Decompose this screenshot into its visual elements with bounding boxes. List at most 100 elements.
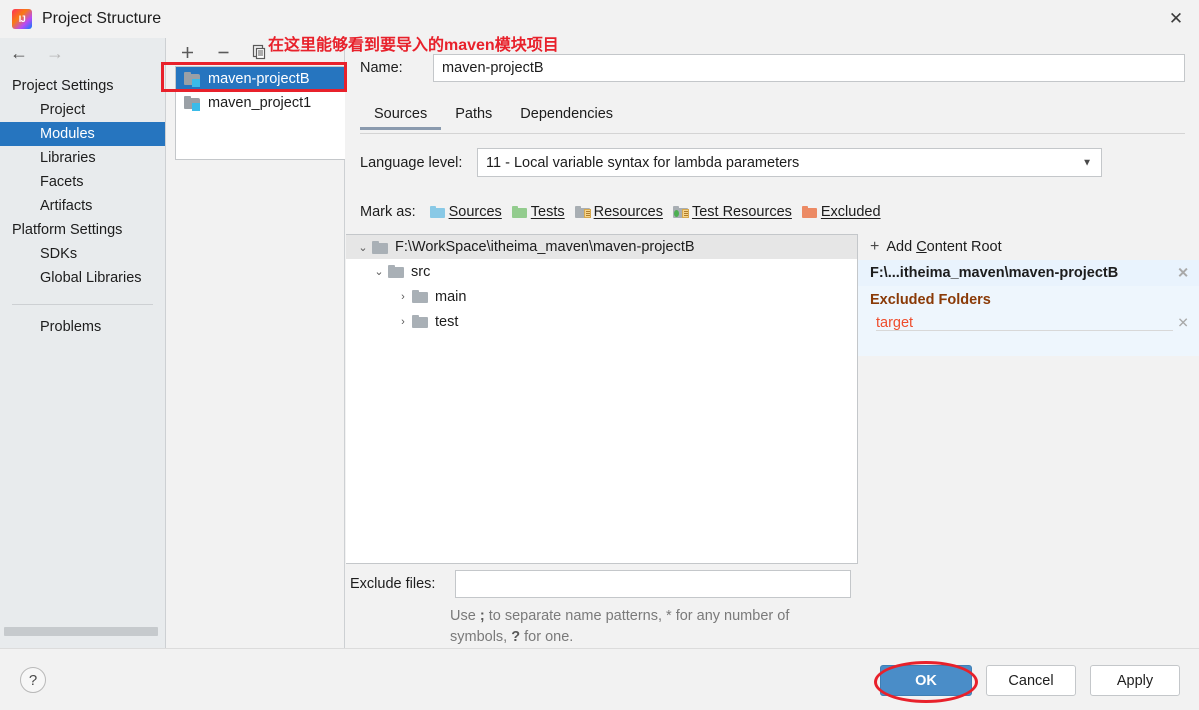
mark-as-excluded-button[interactable]: Excluded [801, 204, 881, 220]
navigation-arrows: ← → [0, 38, 165, 68]
maven-module-icon [184, 71, 201, 87]
tab-sources[interactable]: Sources [360, 104, 442, 130]
mark-as-resources-label: Resources [593, 204, 663, 220]
language-level-row: Language level: 11 - Local variable synt… [360, 148, 1102, 177]
module-name-row: Name: [360, 54, 1185, 82]
tree-row-root[interactable]: ⌄ F:\WorkSpace\itheima_maven\maven-proje… [346, 235, 857, 259]
tree-row-label: main [435, 288, 467, 305]
ok-button[interactable]: OK [880, 665, 972, 696]
mark-as-test-resources-label: Test Resources [691, 204, 792, 220]
mark-as-sources-label: Sources [448, 204, 502, 220]
tree-row[interactable]: › test [346, 309, 857, 334]
excluded-folder-rule [876, 330, 1173, 331]
project-structure-dialog: Project Structure ✕ ← → Project Settings… [0, 0, 1199, 710]
sidebar-item-problems[interactable]: Problems [0, 315, 165, 339]
content-root-path-label: F:\...itheima_maven\maven-projectB [870, 265, 1119, 281]
cancel-button[interactable]: Cancel [986, 665, 1076, 696]
sidebar-group-platform-settings: Platform Settings [12, 222, 123, 238]
modules-column: maven-projectB maven_project1 [167, 38, 345, 648]
apply-button[interactable]: Apply [1090, 665, 1180, 696]
module-name-input[interactable] [433, 54, 1185, 82]
module-name-label: Name: [360, 60, 403, 76]
mark-as-tests-button[interactable]: Tests [511, 204, 565, 220]
excluded-folder-row[interactable]: target ✕ [858, 312, 1199, 334]
help-icon[interactable]: ? [20, 667, 46, 693]
mark-as-row: Mark as: Sources Tests Resources Test Re… [360, 204, 891, 220]
chevron-down-icon[interactable]: ▼ [1082, 157, 1092, 168]
language-level-value: 11 - Local variable syntax for lambda pa… [486, 154, 800, 171]
mark-as-test-resources-button[interactable]: Test Resources [672, 204, 792, 220]
forward-arrow-icon[interactable]: → [46, 44, 64, 62]
test-resources-folder-icon [672, 206, 689, 218]
intellij-idea-logo-icon [12, 9, 32, 29]
mark-as-resources-button[interactable]: Resources [574, 204, 663, 220]
chevron-down-icon[interactable]: ⌄ [370, 265, 388, 278]
maven-module-icon [184, 95, 201, 111]
plus-icon: + [870, 238, 880, 255]
exclude-files-input[interactable] [455, 570, 851, 598]
add-module-icon[interactable] [177, 42, 197, 62]
sidebar-item-global-libraries[interactable]: Global Libraries [0, 266, 165, 290]
chevron-right-icon[interactable]: › [394, 316, 412, 328]
sidebar-item-artifacts[interactable]: Artifacts [0, 194, 165, 218]
tree-row[interactable]: ⌄ src [346, 259, 857, 284]
excluded-folders-section: Excluded Folders target ✕ [858, 286, 1199, 356]
language-level-label: Language level: [360, 154, 463, 171]
copy-module-icon[interactable] [249, 42, 269, 62]
module-list-item[interactable]: maven-projectB [176, 67, 345, 91]
exclude-files-row: Exclude files: [350, 570, 851, 598]
sidebar-list: Project Settings Project Modules Librari… [0, 74, 165, 339]
excluded-folder-icon [801, 206, 817, 218]
mark-as-excluded-label: Excluded [820, 204, 881, 220]
resources-folder-icon [574, 206, 591, 218]
tests-folder-icon [511, 206, 527, 218]
sidebar-item-modules[interactable]: Modules [0, 122, 165, 146]
close-icon[interactable]: ✕ [1153, 0, 1199, 38]
mark-as-label: Mark as: [360, 204, 416, 220]
folder-icon [372, 240, 388, 254]
content-roots-tree: ⌄ F:\WorkSpace\itheima_maven\maven-proje… [346, 234, 858, 564]
remove-excluded-folder-icon[interactable]: ✕ [1177, 315, 1189, 332]
module-list-item-label: maven-projectB [208, 71, 310, 87]
remove-module-icon[interactable] [213, 42, 233, 62]
tree-row-root-label: F:\WorkSpace\itheima_maven\maven-project… [395, 239, 695, 255]
module-list-item-label: maven_project1 [208, 95, 312, 111]
dialog-footer: ? OK Cancel Apply [0, 648, 1199, 710]
modules-list: maven-projectB maven_project1 [175, 66, 345, 160]
sources-folder-icon [429, 206, 445, 218]
module-list-item[interactable]: maven_project1 [176, 91, 345, 115]
title-bar: Project Structure ✕ [0, 0, 1199, 38]
remove-content-root-icon[interactable]: ✕ [1177, 265, 1189, 282]
exclude-files-label: Exclude files: [350, 576, 436, 592]
sidebar-item-sdks[interactable]: SDKs [0, 242, 165, 266]
chevron-down-icon[interactable]: ⌄ [354, 241, 372, 254]
content-root-path-row[interactable]: F:\...itheima_maven\maven-projectB ✕ [858, 260, 1199, 286]
back-arrow-icon[interactable]: ← [10, 44, 28, 62]
sidebar-group-project-settings: Project Settings [12, 78, 114, 94]
add-content-root-label: Add Content Root [886, 239, 1002, 255]
mark-as-tests-label: Tests [530, 204, 565, 220]
module-detail-pane: Name: Sources Paths Dependencies Languag… [346, 38, 1199, 648]
sidebar-item-facets[interactable]: Facets [0, 170, 165, 194]
tree-row-label: test [435, 313, 459, 330]
folder-icon [412, 290, 428, 303]
tree-row[interactable]: › main [346, 284, 857, 309]
folder-icon [412, 315, 428, 328]
chevron-right-icon[interactable]: › [394, 291, 412, 303]
add-content-root-button[interactable]: + Add Content Root [858, 234, 1199, 260]
tab-dependencies[interactable]: Dependencies [506, 104, 627, 129]
language-level-select[interactable]: 11 - Local variable syntax for lambda pa… [477, 148, 1102, 177]
sidebar-item-libraries[interactable]: Libraries [0, 146, 165, 170]
excluded-folders-label: Excluded Folders [870, 292, 991, 308]
annotation-callout-text: 在这里能够看到要导入的maven模块项目 [268, 37, 559, 54]
excluded-folder-name: target [876, 315, 914, 331]
tab-paths[interactable]: Paths [441, 104, 506, 129]
sidebar-horizontal-scrollbar[interactable] [4, 627, 158, 636]
mark-as-sources-button[interactable]: Sources [429, 204, 502, 220]
sidebar-item-project[interactable]: Project [0, 98, 165, 122]
sidebar-divider [12, 304, 153, 305]
exclude-files-hint: Use ; to separate name patterns, * for a… [450, 608, 790, 645]
folder-icon [388, 265, 404, 278]
module-tabs: Sources Paths Dependencies [360, 104, 1185, 134]
page-title: Project Structure [42, 10, 162, 27]
